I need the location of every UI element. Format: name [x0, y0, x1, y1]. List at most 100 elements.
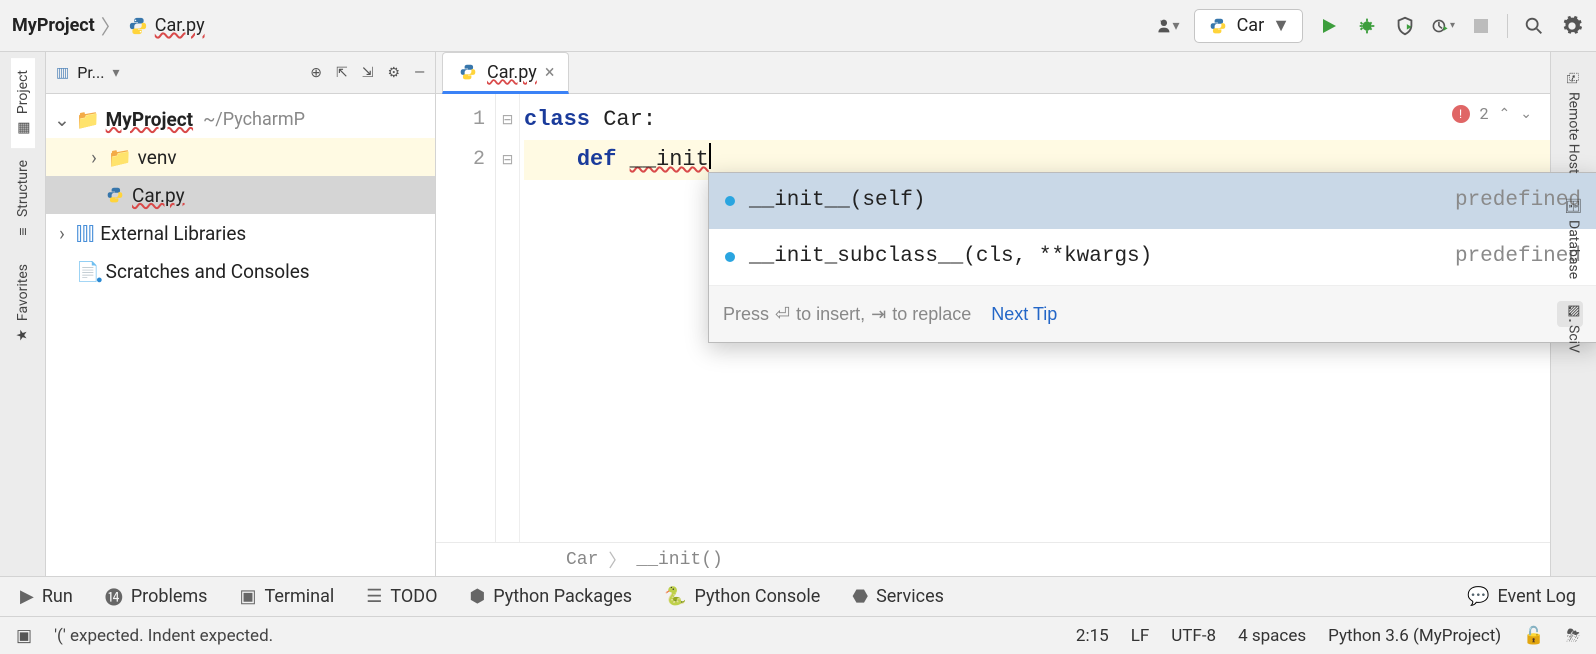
- event-log-icon: 💬: [1467, 586, 1489, 607]
- autocomplete-hint: Press ⏎ to insert, ⇥ to replace Next Tip…: [709, 285, 1596, 342]
- todo-tool-button[interactable]: ☰TODO: [366, 586, 437, 607]
- folder-icon: 📁: [76, 108, 100, 131]
- python-file-icon: [127, 15, 149, 37]
- settings-button[interactable]: [1560, 14, 1584, 38]
- python-icon: [1207, 15, 1229, 37]
- root-name: MyProject: [106, 108, 193, 131]
- services-tool-button[interactable]: ⬣Services: [852, 586, 944, 607]
- tab-key-icon: ⇥: [871, 294, 886, 334]
- scratches-icon: 📄●: [76, 260, 100, 283]
- error-indicator-icon: !: [1452, 105, 1470, 123]
- code-text[interactable]: class Car: def __init __init__(self) pre…: [520, 94, 1550, 542]
- terminal-tool-button[interactable]: ▣Terminal: [239, 586, 334, 607]
- readonly-lock-icon[interactable]: 🔓: [1523, 626, 1544, 646]
- tool-windows-toggle-icon[interactable]: ▣: [16, 626, 32, 646]
- python-icon: 🐍: [664, 586, 686, 607]
- breadcrumb[interactable]: MyProject 〉 Car.py: [12, 11, 205, 40]
- editor-tabstrip: Car.py ×: [436, 52, 1550, 94]
- vcs-user-icon[interactable]: ▾: [1156, 14, 1180, 38]
- crumb-method[interactable]: __init(): [636, 550, 722, 570]
- expand-icon[interactable]: ›: [86, 146, 102, 169]
- favorites-tool-tab[interactable]: ★ Favorites: [11, 252, 35, 357]
- crumb-class[interactable]: Car: [566, 550, 598, 570]
- expand-all-icon[interactable]: ⇱: [336, 65, 348, 81]
- dropdown-arrow-icon: ▼: [1272, 15, 1290, 36]
- breadcrumb-file[interactable]: Car.py: [155, 15, 205, 36]
- prev-highlight-icon[interactable]: ⌃: [1499, 106, 1511, 122]
- breadcrumb-project[interactable]: MyProject: [12, 15, 95, 36]
- tree-external-libs[interactable]: › ⫿⫿⫿ External Libraries: [46, 214, 435, 252]
- run-config-selector[interactable]: Car ▼: [1194, 9, 1303, 43]
- project-view-title[interactable]: Pr...: [77, 63, 104, 82]
- tab-filename: Car.py: [487, 62, 537, 83]
- sciview-tab[interactable]: ▧ SciV: [1562, 291, 1586, 365]
- status-message: '(' expected. Indent expected.: [54, 626, 273, 646]
- run-coverage-button[interactable]: [1393, 14, 1417, 38]
- structure-tab-icon: ≡: [14, 228, 31, 236]
- line-separator[interactable]: LF: [1131, 626, 1150, 646]
- run-button[interactable]: [1317, 14, 1341, 38]
- packages-icon: ⬢: [470, 586, 486, 607]
- expand-icon[interactable]: ›: [54, 222, 70, 245]
- text-caret: [709, 143, 711, 169]
- autocomplete-item[interactable]: __init__(self) predefined: [709, 173, 1596, 229]
- breadcrumb-trail[interactable]: Car 〉 __init(): [436, 542, 1550, 576]
- file-encoding[interactable]: UTF-8: [1171, 626, 1216, 646]
- code-line[interactable]: class Car:: [524, 100, 1550, 140]
- tree-scratches[interactable]: 📄● Scratches and Consoles: [46, 252, 435, 290]
- cursor-position[interactable]: 2:15: [1076, 626, 1109, 646]
- debug-button[interactable]: [1355, 14, 1379, 38]
- tree-folder-venv[interactable]: › 📁 venv: [46, 138, 435, 176]
- memory-indicator-icon[interactable]: ⛈: [1566, 626, 1580, 646]
- fold-handle[interactable]: ⊟: [496, 140, 519, 180]
- project-tool-tab[interactable]: ▦ Project: [11, 58, 35, 148]
- terminal-icon: ▣: [239, 586, 256, 607]
- editor-tab-car[interactable]: Car.py ×: [442, 52, 569, 94]
- panel-settings-icon[interactable]: ⚙: [388, 65, 401, 81]
- left-tool-tabbar: ▦ Project ≡ Structure ★ Favorites: [0, 52, 46, 576]
- remote-icon: ⎘: [1566, 72, 1582, 83]
- structure-tool-tab[interactable]: ≡ Structure: [11, 148, 35, 252]
- project-tab-label: Project: [15, 70, 31, 114]
- python-console-button[interactable]: 🐍Python Console: [664, 586, 820, 607]
- line-number-gutter: 1 2: [436, 94, 496, 542]
- python-packages-button[interactable]: ⬢Python Packages: [470, 586, 633, 607]
- search-everywhere-button[interactable]: [1522, 14, 1546, 38]
- tree-file-car[interactable]: Car.py: [46, 176, 435, 214]
- fold-handle[interactable]: ⊟: [496, 100, 519, 140]
- tree-root[interactable]: ⌄ 📁 MyProject ~/PycharmP: [46, 100, 435, 138]
- inspection-widget[interactable]: ! 2 ⌃ ⌄: [1452, 104, 1532, 123]
- run-config-name: Car: [1237, 15, 1265, 36]
- problems-tool-button[interactable]: ⓮Problems: [105, 584, 208, 610]
- dropdown-icon[interactable]: ▾: [112, 65, 119, 81]
- project-tab-icon: ▦: [14, 121, 30, 134]
- editor: Car.py × 1 2 ⊟ ⊟ class Car: def __init: [436, 52, 1550, 576]
- next-highlight-icon[interactable]: ⌄: [1520, 106, 1532, 122]
- enter-key-icon: ⏎: [775, 294, 790, 334]
- next-tip-link[interactable]: Next Tip: [991, 294, 1057, 334]
- root-path: ~/PycharmP: [203, 109, 305, 130]
- indent-setting[interactable]: 4 spaces: [1238, 626, 1306, 646]
- event-log-button[interactable]: 💬Event Log: [1467, 586, 1576, 607]
- collapse-all-icon[interactable]: ⇲: [362, 65, 374, 81]
- interpreter[interactable]: Python 3.6 (MyProject): [1328, 626, 1501, 646]
- python-file-icon: [457, 61, 479, 83]
- remote-host-tab[interactable]: ⎘ Remote Host: [1562, 58, 1586, 186]
- database-tab[interactable]: 🗄 Database: [1561, 186, 1587, 291]
- project-tree[interactable]: ⌄ 📁 MyProject ~/PycharmP › 📁 venv Car.py…: [46, 94, 435, 296]
- star-icon: ★: [15, 329, 31, 342]
- run-tool-button[interactable]: ▶Run: [20, 586, 73, 607]
- close-tab-icon[interactable]: ×: [545, 62, 555, 83]
- autocomplete-popup[interactable]: __init__(self) predefined __init_subclas…: [708, 172, 1596, 343]
- fold-gutter[interactable]: ⊟ ⊟: [496, 94, 520, 542]
- hide-panel-icon[interactable]: —: [414, 65, 425, 81]
- status-bar: ▣ '(' expected. Indent expected. 2:15 LF…: [0, 616, 1596, 654]
- autocomplete-item[interactable]: __init_subclass__(cls, **kwargs) predefi…: [709, 229, 1596, 285]
- profiler-button[interactable]: ▾: [1431, 14, 1455, 38]
- services-icon: ⬣: [852, 586, 868, 607]
- folder-icon: 📁: [108, 146, 132, 169]
- problems-icon: ⓮: [105, 584, 123, 610]
- locate-icon[interactable]: ⊕: [310, 65, 322, 81]
- collapse-icon[interactable]: ⌄: [54, 108, 70, 131]
- code-area[interactable]: 1 2 ⊟ ⊟ class Car: def __init __init__(s…: [436, 94, 1550, 542]
